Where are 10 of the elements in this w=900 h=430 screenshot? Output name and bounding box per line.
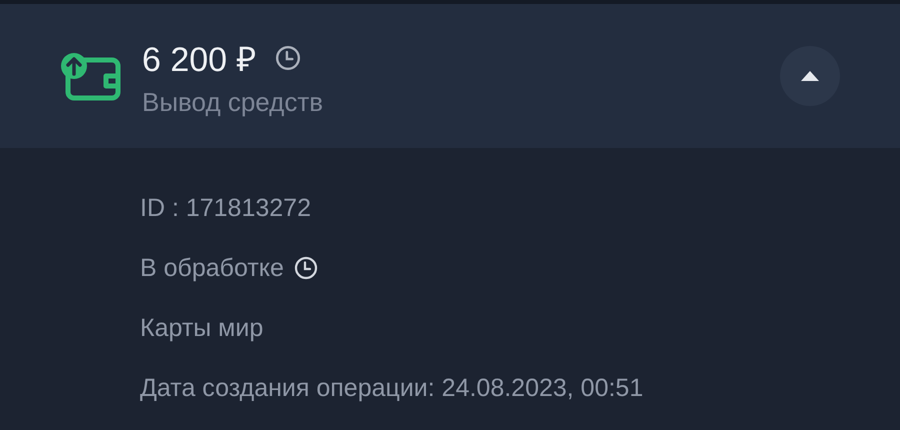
wallet-icon (58, 50, 122, 102)
clock-icon (274, 44, 301, 70)
caret-up-icon (800, 70, 820, 82)
clock-icon (294, 256, 318, 280)
detail-text: Дата создания операции: 24.08.2023, 00:51 (140, 374, 644, 402)
detail-text: ID : 171813272 (140, 194, 311, 222)
detail-text: Карты мир (140, 314, 264, 342)
amount: 6 200 ₽ (142, 40, 257, 80)
transaction-title: Вывод средств (142, 86, 324, 118)
detail-text: В обработке (140, 254, 284, 282)
